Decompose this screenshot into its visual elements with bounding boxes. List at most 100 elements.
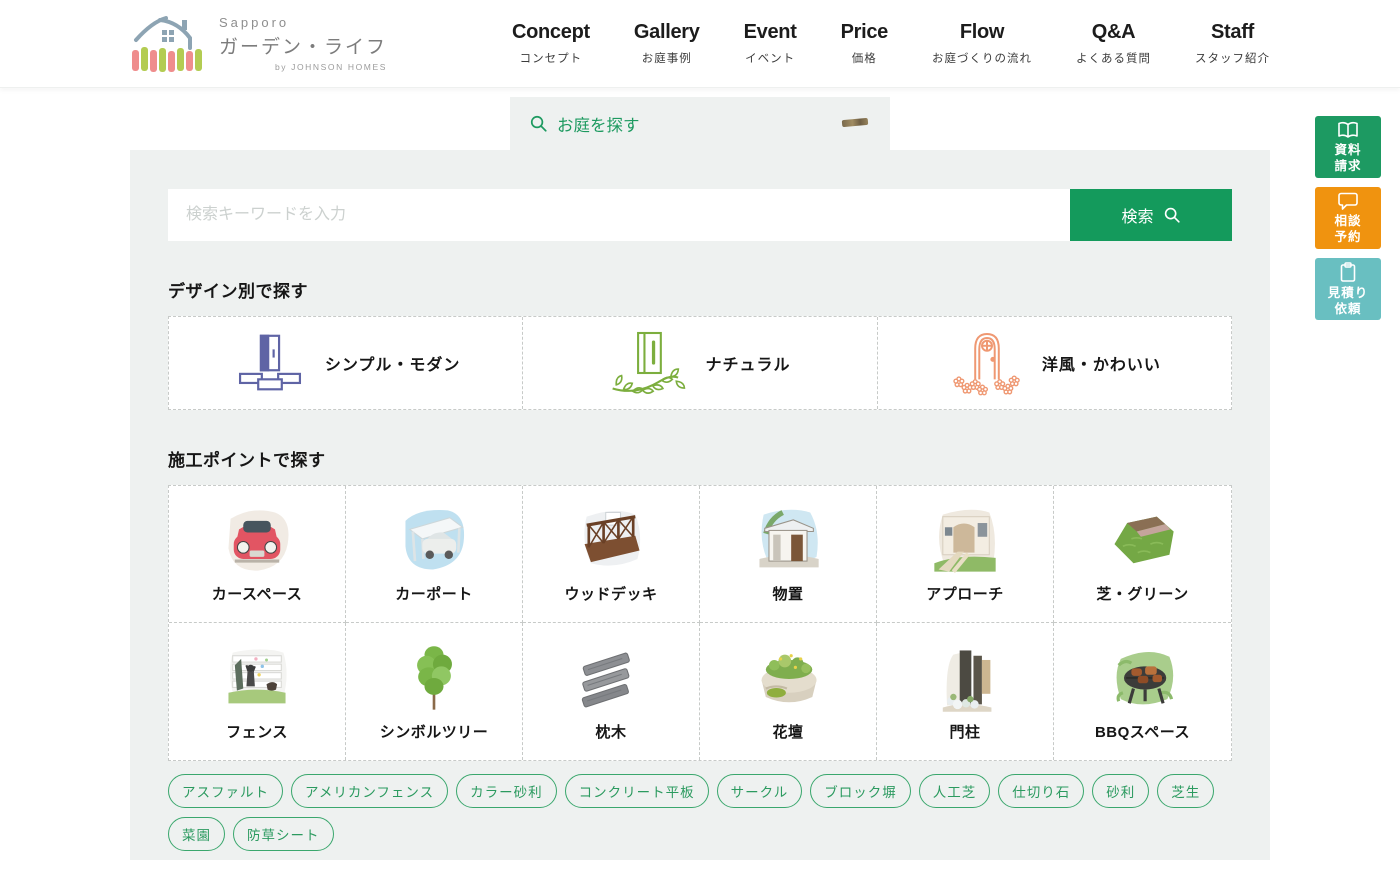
- point-label: 花壇: [772, 721, 803, 742]
- tab-label: お庭を探す: [557, 112, 640, 136]
- point-card-sleepers[interactable]: 枕木: [523, 623, 700, 760]
- symbol-tree-photo: [397, 642, 471, 716]
- search-icon: [1163, 206, 1181, 224]
- nav-en-label: Concept: [512, 21, 590, 44]
- wood-deck-photo: [574, 504, 648, 578]
- consultation-booking-button[interactable]: 相談 予約: [1315, 187, 1381, 249]
- point-card-car-space[interactable]: カースペース: [169, 486, 346, 623]
- bbq-space-photo: [1106, 642, 1180, 716]
- search-input[interactable]: [168, 189, 1070, 241]
- side-button-label: 資料 請求: [1334, 143, 1361, 174]
- nav-ja-label: よくある質問: [1076, 50, 1151, 66]
- point-label: フェンス: [226, 721, 288, 742]
- site-logo[interactable]: Sapporo ガーデン・ライフ by JOHNSON HOMES: [130, 14, 387, 74]
- nav-item-concept[interactable]: Concept コンセプト: [512, 21, 590, 66]
- point-label: 芝・グリーン: [1096, 583, 1188, 604]
- tag-weed-sheet[interactable]: 防草シート: [233, 817, 334, 851]
- point-card-storage-shed[interactable]: 物置: [700, 486, 877, 623]
- point-label: BBQスペース: [1095, 721, 1190, 742]
- design-row: シンプル・モダン: [168, 316, 1232, 410]
- storage-shed-photo: [751, 504, 825, 578]
- approach-photo: [928, 504, 1002, 578]
- design-card-simple-modern[interactable]: シンプル・モダン: [169, 317, 523, 409]
- tag-color-gravel[interactable]: カラー砂利: [456, 774, 557, 808]
- logo-text: Sapporo ガーデン・ライフ by JOHNSON HOMES: [219, 15, 387, 72]
- garden-search-panel: 検索 デザイン別で探す シンプル・モダ: [130, 150, 1270, 860]
- point-section-heading: 施工ポイントで探す: [168, 446, 1232, 471]
- point-label: 枕木: [595, 721, 626, 742]
- point-card-bbq-space[interactable]: BBQスペース: [1054, 623, 1231, 760]
- tag-circle[interactable]: サークル: [717, 774, 803, 808]
- point-label: ウッドデッキ: [564, 583, 657, 604]
- point-card-wood-deck[interactable]: ウッドデッキ: [523, 486, 700, 623]
- point-grid: カースペース カーポート: [168, 485, 1232, 761]
- nav-en-label: Gallery: [634, 21, 700, 44]
- logo-by-johnson-homes: by JOHNSON HOMES: [219, 62, 387, 72]
- design-label: シンプル・モダン: [325, 351, 461, 375]
- tag-lawn-grass[interactable]: 芝生: [1157, 774, 1214, 808]
- search-icon: [529, 114, 548, 133]
- tag-divider-stone[interactable]: 仕切り石: [998, 774, 1084, 808]
- side-button-label: 見積り 依頼: [1328, 286, 1369, 317]
- tag-gravel[interactable]: 砂利: [1092, 774, 1149, 808]
- tag-artificial-turf[interactable]: 人工芝: [919, 774, 991, 808]
- point-label: シンボルツリー: [380, 721, 489, 742]
- point-card-flower-bed[interactable]: 花壇: [700, 623, 877, 760]
- site-header: Sapporo ガーデン・ライフ by JOHNSON HOMES Concep…: [0, 0, 1400, 88]
- point-label: カースペース: [212, 583, 302, 604]
- nav-ja-label: イベント: [744, 50, 797, 66]
- tag-concrete-slab[interactable]: コンクリート平板: [565, 774, 709, 808]
- nav-en-label: Price: [841, 21, 888, 44]
- nav-ja-label: お庭事例: [634, 50, 700, 66]
- logo-house-icon: [130, 14, 206, 74]
- point-card-fence[interactable]: フェンス: [169, 623, 346, 760]
- arch-door-flowers-icon: [948, 330, 1026, 396]
- nav-item-qa[interactable]: Q&A よくある質問: [1076, 21, 1151, 66]
- search-button[interactable]: 検索: [1070, 189, 1232, 241]
- lawn-green-photo: [1106, 504, 1180, 578]
- nav-en-label: Q&A: [1076, 21, 1151, 44]
- nav-en-label: Staff: [1195, 21, 1270, 44]
- tab-garden-search[interactable]: お庭を探す: [510, 97, 890, 150]
- nav-ja-label: スタッフ紹介: [1195, 50, 1270, 66]
- point-label: アプローチ: [926, 583, 1004, 604]
- flower-bed-photo: [751, 642, 825, 716]
- logo-sapporo: Sapporo: [219, 15, 387, 30]
- side-button-label: 相談 予約: [1334, 214, 1361, 245]
- point-card-lawn-green[interactable]: 芝・グリーン: [1054, 486, 1231, 623]
- floating-action-buttons: 資料 請求 相談 予約 見積り 依頼: [1315, 116, 1381, 320]
- nav-item-event[interactable]: Event イベント: [744, 21, 797, 66]
- sleepers-photo: [574, 642, 648, 716]
- point-label: 物置: [772, 583, 803, 604]
- point-card-gate-pillar[interactable]: 門柱: [877, 623, 1054, 760]
- point-card-symbol-tree[interactable]: シンボルツリー: [346, 623, 523, 760]
- search-row: 検索: [168, 189, 1232, 241]
- estimate-request-button[interactable]: 見積り 依頼: [1315, 258, 1381, 320]
- point-label: 門柱: [949, 721, 980, 742]
- point-label: カーポート: [395, 583, 473, 604]
- modern-door-icon: [231, 332, 309, 394]
- natural-door-leaf-icon: [609, 330, 689, 396]
- tag-american-fence[interactable]: アメリカンフェンス: [291, 774, 448, 808]
- tag-list: アスファルト アメリカンフェンス カラー砂利 コンクリート平板 サークル ブロッ…: [168, 774, 1232, 851]
- design-card-western-cute[interactable]: 洋風・かわいい: [878, 317, 1231, 409]
- tag-block-wall[interactable]: ブロック塀: [810, 774, 911, 808]
- tag-vegetable-garden[interactable]: 菜園: [168, 817, 225, 851]
- document-request-button[interactable]: 資料 請求: [1315, 116, 1381, 178]
- nav-ja-label: コンセプト: [512, 50, 590, 66]
- book-icon: [1337, 120, 1359, 140]
- gate-pillar-photo: [928, 642, 1002, 716]
- nav-item-flow[interactable]: Flow お庭づくりの流れ: [932, 21, 1032, 66]
- nav-item-price[interactable]: Price 価格: [841, 21, 888, 66]
- main-nav: Concept コンセプト Gallery お庭事例 Event イベント Pr…: [512, 21, 1270, 66]
- nav-ja-label: 価格: [841, 50, 888, 66]
- nav-ja-label: お庭づくりの流れ: [932, 50, 1032, 66]
- nav-item-staff[interactable]: Staff スタッフ紹介: [1195, 21, 1270, 66]
- tag-asphalt[interactable]: アスファルト: [168, 774, 283, 808]
- chat-icon: [1337, 191, 1359, 211]
- nav-en-label: Event: [744, 21, 797, 44]
- point-card-carport[interactable]: カーポート: [346, 486, 523, 623]
- point-card-approach[interactable]: アプローチ: [877, 486, 1054, 623]
- nav-item-gallery[interactable]: Gallery お庭事例: [634, 21, 700, 66]
- design-card-natural[interactable]: ナチュラル: [523, 317, 877, 409]
